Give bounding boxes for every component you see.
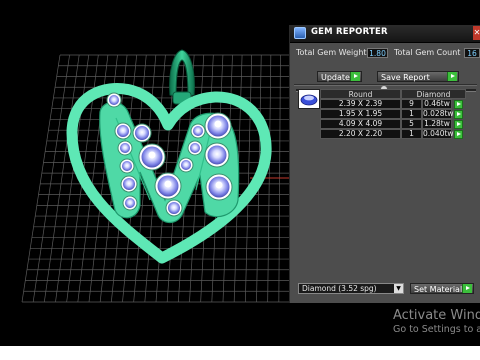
diamond-stone [106, 92, 122, 108]
update-button-label: Update [321, 73, 350, 82]
gem-size-cell: 4.09 X 4.09 [320, 119, 401, 129]
table-header-round: Round [320, 89, 401, 99]
panel-title: GEM REPORTER [311, 27, 388, 37]
gem-weight-cell: 0.028tw [422, 109, 454, 119]
diamond-stone [187, 140, 203, 156]
diamond-stone [122, 195, 138, 211]
diamond-stone [178, 157, 194, 173]
gem-size-cell: 2.20 X 2.20 [320, 129, 401, 139]
save-report-button[interactable]: Save Report [377, 71, 459, 82]
diamond-stone [117, 140, 133, 156]
diamond-stone [205, 173, 233, 201]
diamond-stone [119, 158, 135, 174]
panel-titlebar[interactable]: GEM REPORTER ✕ [290, 25, 480, 43]
diamond-stone [154, 172, 182, 200]
gem-weight-cell: 0.040tw [422, 129, 454, 139]
material-select[interactable]: Diamond (3.52 spg) ▼ [298, 283, 404, 294]
total-gem-count-value: 16 [464, 48, 480, 58]
set-material-button[interactable]: Set Material [410, 283, 474, 294]
select-row-arrow-icon[interactable] [454, 110, 463, 119]
gem-size-cell: 2.39 X 2.39 [320, 99, 401, 109]
diamond-stone [138, 143, 166, 171]
taskbar-strip [0, 346, 480, 360]
activate-windows-watermark: Activate Windo [393, 308, 480, 323]
pendant-bail[interactable] [169, 49, 195, 105]
gem-count-cell: 1 [401, 129, 422, 139]
diamond-stone [165, 199, 183, 217]
select-row-arrow-icon[interactable] [454, 130, 463, 139]
total-gem-count-label: Total Gem Count [394, 48, 461, 57]
diamond-stone [204, 112, 232, 140]
gem-weight-cell: 1.28tw [422, 119, 452, 129]
close-icon[interactable]: ✕ [473, 26, 480, 40]
diamond-stone [132, 123, 152, 143]
gem-reporter-panel: GEM REPORTER ✕ Total Gem Weight 1.80 Tot… [289, 25, 480, 303]
divider [294, 84, 477, 86]
table-header-diamond: Diamond [401, 89, 466, 99]
select-row-arrow-icon[interactable] [454, 100, 463, 109]
select-row-arrow-icon[interactable] [454, 120, 463, 129]
gem-reporter-app-icon [294, 27, 306, 39]
set-material-button-label: Set Material [414, 285, 463, 294]
gem-size-cell: 1.95 X 1.95 [320, 109, 401, 119]
go-arrow-icon [447, 72, 457, 81]
chevron-down-icon[interactable]: ▼ [394, 284, 403, 293]
update-button[interactable]: Update [317, 71, 362, 82]
gem-count-cell: 9 [401, 99, 422, 109]
round-gem-thumbnail-icon[interactable] [298, 89, 320, 109]
diamond-stone [190, 123, 206, 139]
activate-windows-subtext: Go to Settings to acti [393, 324, 480, 335]
diamond-stone [114, 122, 132, 140]
material-select-value: Diamond (3.52 spg) [302, 284, 377, 293]
total-gem-weight-label: Total Gem Weight [296, 48, 367, 57]
diamond-stone [204, 142, 230, 168]
diamond-stone [120, 175, 138, 193]
total-gem-weight-value: 1.80 [367, 48, 388, 58]
gem-count-cell: 1 [401, 109, 422, 119]
gem-count-cell: 5 [401, 119, 422, 129]
save-report-button-label: Save Report [381, 73, 430, 82]
go-arrow-icon [462, 284, 472, 293]
gem-weight-cell: 0.46tw [422, 99, 452, 109]
go-arrow-icon [350, 72, 360, 81]
